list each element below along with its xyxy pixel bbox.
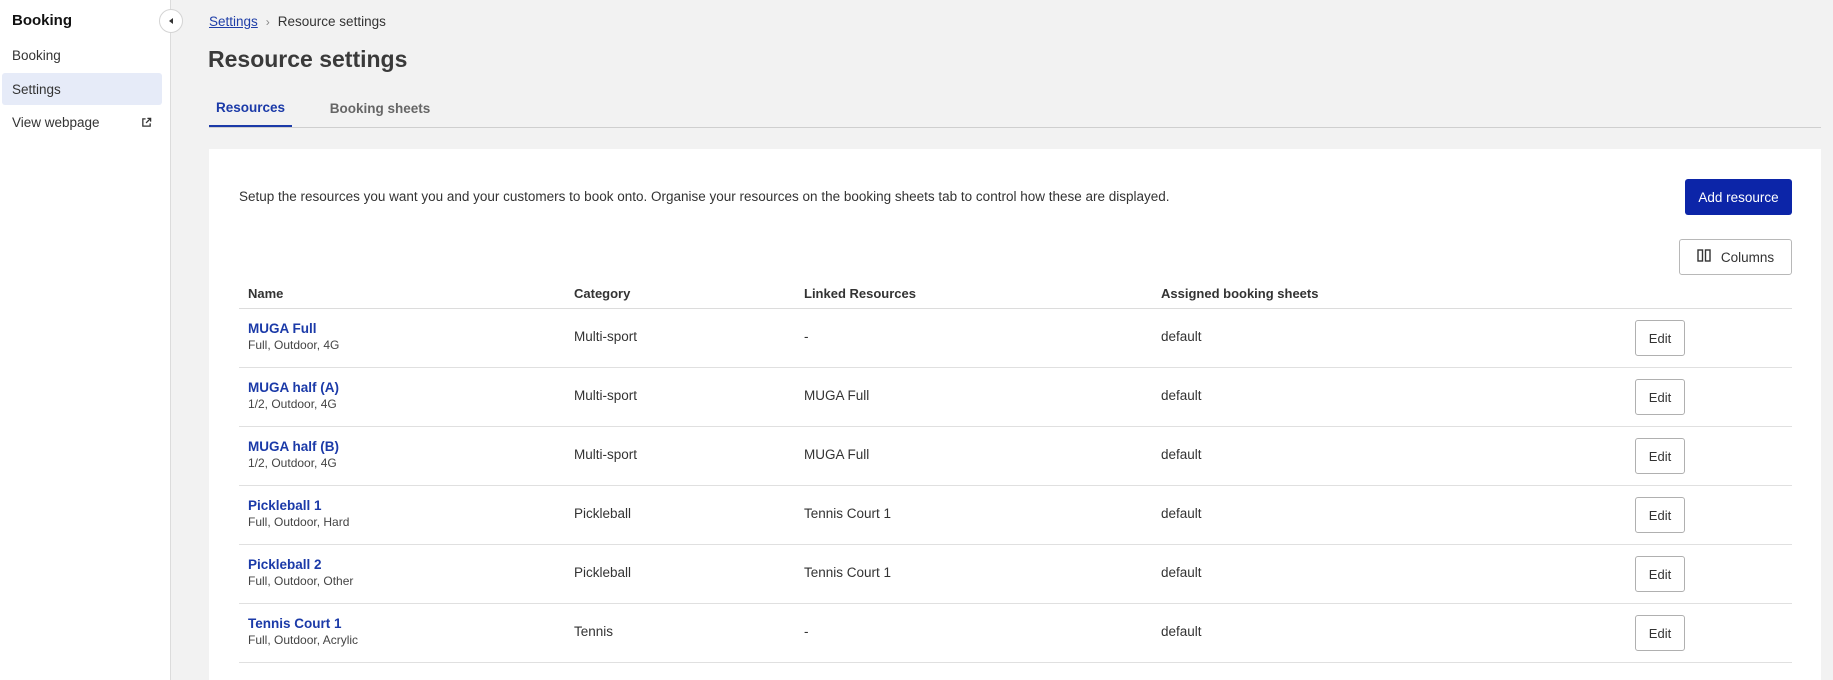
resource-category: Multi-sport xyxy=(574,447,638,462)
resource-linked: MUGA Full xyxy=(804,388,870,403)
resource-name-link[interactable]: Pickleball 2 xyxy=(248,557,322,572)
sidebar-item-label: Settings xyxy=(12,81,61,97)
resource-details: Full, Outdoor, Acrylic xyxy=(248,633,359,647)
resource-sheets: default xyxy=(1161,624,1202,639)
resource-details: Full, Outdoor, Hard xyxy=(248,515,350,529)
resource-name-link[interactable]: MUGA Full xyxy=(248,321,317,336)
resource-linked: MUGA Full xyxy=(804,447,870,462)
resource-category: Multi-sport xyxy=(574,329,638,344)
resource-details: Full, Outdoor, Other xyxy=(248,574,354,588)
column-header-linked-resources[interactable]: Linked Resources xyxy=(804,286,916,301)
table-row: Tennis Court 1 Full, Outdoor, Acrylic Te… xyxy=(239,604,1792,663)
sidebar: Booking Booking Settings View webpage xyxy=(0,0,171,680)
edit-button[interactable]: Edit xyxy=(1635,379,1685,415)
resource-category: Pickleball xyxy=(574,565,632,580)
table-header: Name Category Linked Resources Assigned … xyxy=(239,279,1792,309)
chevron-left-icon xyxy=(167,12,175,30)
sidebar-collapse-button[interactable] xyxy=(159,9,183,33)
resource-details: 1/2, Outdoor, 4G xyxy=(248,456,337,470)
sidebar-item-booking[interactable]: Booking xyxy=(2,39,162,71)
sidebar-item-label: View webpage xyxy=(12,114,100,130)
sidebar-item-view-webpage[interactable]: View webpage xyxy=(2,106,162,138)
edit-button[interactable]: Edit xyxy=(1635,615,1685,651)
resource-linked: Tennis Court 1 xyxy=(804,565,892,580)
tab-bar: Resources Booking sheets xyxy=(209,90,1821,128)
edit-button[interactable]: Edit xyxy=(1635,320,1685,356)
column-header-name[interactable]: Name xyxy=(248,286,283,301)
resource-linked: - xyxy=(804,624,809,639)
sidebar-title: Booking xyxy=(12,12,72,29)
edit-button[interactable]: Edit xyxy=(1635,497,1685,533)
breadcrumb-settings-link[interactable]: Settings xyxy=(209,14,258,29)
column-header-category[interactable]: Category xyxy=(574,286,630,301)
intro-text: Setup the resources you want you and you… xyxy=(239,189,1170,204)
columns-icon xyxy=(1697,249,1711,265)
resource-category: Pickleball xyxy=(574,506,632,521)
add-resource-button[interactable]: Add resource xyxy=(1685,179,1792,215)
resources-panel: Setup the resources you want you and you… xyxy=(209,149,1821,680)
edit-button[interactable]: Edit xyxy=(1635,556,1685,592)
table-row: MUGA half (A) 1/2, Outdoor, 4G Multi-spo… xyxy=(239,368,1792,427)
tab-resources[interactable]: Resources xyxy=(209,90,292,127)
resource-details: Full, Outdoor, 4G xyxy=(248,338,340,352)
breadcrumb-separator-icon: › xyxy=(265,15,270,29)
resource-sheets: default xyxy=(1161,506,1202,521)
resource-sheets: default xyxy=(1161,447,1202,462)
columns-button-label: Columns xyxy=(1720,249,1775,265)
tab-booking-sheets[interactable]: Booking sheets xyxy=(329,90,431,127)
resource-name-link[interactable]: Tennis Court 1 xyxy=(248,616,342,631)
resource-name-link[interactable]: Pickleball 1 xyxy=(248,498,322,513)
sidebar-item-label: Booking xyxy=(12,47,61,63)
external-link-icon xyxy=(141,116,152,131)
column-header-assigned-booking-sheets[interactable]: Assigned booking sheets xyxy=(1161,286,1318,301)
resource-linked: Tennis Court 1 xyxy=(804,506,892,521)
resource-name-link[interactable]: MUGA half (B) xyxy=(248,439,339,454)
resource-category: Tennis xyxy=(574,624,614,639)
table-row: Pickleball 1 Full, Outdoor, Hard Pickleb… xyxy=(239,486,1792,545)
page-title: Resource settings xyxy=(208,46,408,72)
columns-button[interactable]: Columns xyxy=(1679,239,1792,275)
resource-sheets: default xyxy=(1161,329,1202,344)
table-row: MUGA half (B) 1/2, Outdoor, 4G Multi-spo… xyxy=(239,427,1792,486)
breadcrumb: Settings › Resource settings xyxy=(209,14,386,29)
sidebar-item-settings[interactable]: Settings xyxy=(2,73,162,105)
edit-button[interactable]: Edit xyxy=(1635,438,1685,474)
resources-table: Name Category Linked Resources Assigned … xyxy=(239,279,1792,663)
resource-sheets: default xyxy=(1161,388,1202,403)
resource-name-link[interactable]: MUGA half (A) xyxy=(248,380,339,395)
table-row: MUGA Full Full, Outdoor, 4G Multi-sport … xyxy=(239,309,1792,368)
resource-linked: - xyxy=(804,329,809,344)
table-row: Pickleball 2 Full, Outdoor, Other Pickle… xyxy=(239,545,1792,604)
resource-details: 1/2, Outdoor, 4G xyxy=(248,397,337,411)
breadcrumb-current: Resource settings xyxy=(277,14,386,29)
resource-category: Multi-sport xyxy=(574,388,638,403)
resource-sheets: default xyxy=(1161,565,1202,580)
